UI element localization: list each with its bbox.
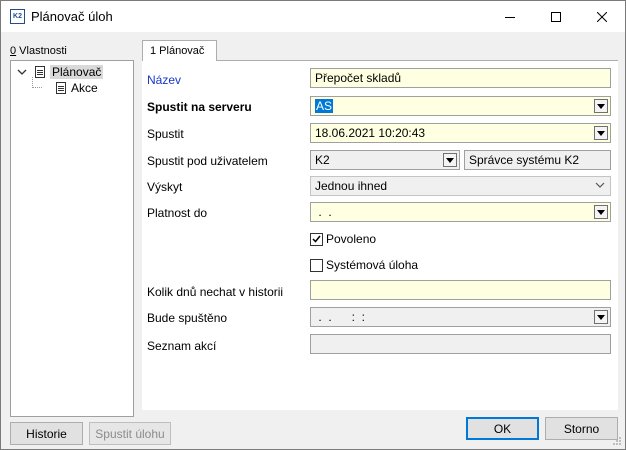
bude-spusteno-dropdown-button[interactable] [594, 310, 608, 324]
kolik-dnu-label: Kolik dnů nechat v historii [147, 285, 284, 299]
properties-tree[interactable]: Plánovač Akce [10, 60, 134, 417]
server-dropdown-button[interactable] [594, 99, 608, 113]
user-dropdown-button[interactable] [443, 153, 457, 167]
platnost-do-date[interactable]: . . [310, 202, 611, 222]
spustit-ulohu-button[interactable]: Spustit úlohu [89, 422, 171, 445]
spustit-label: Spustit [147, 127, 184, 141]
tree-item-label: Plánovač [50, 64, 104, 79]
bude-spusteno-label: Bude spuštěno [147, 311, 228, 325]
user-combo[interactable]: K2 [310, 150, 460, 170]
historie-button[interactable]: Historie [10, 422, 83, 445]
k2-app-icon: K2 [10, 9, 25, 24]
systemova-uloha-checkbox-row[interactable]: Systémová úloha [310, 258, 418, 272]
spustit-dropdown-button[interactable] [594, 126, 608, 140]
ok-button[interactable]: OK [466, 417, 539, 440]
nazev-field[interactable]: Přepočet skladů [310, 68, 611, 88]
maximize-icon [551, 11, 561, 22]
triangle-down-icon [597, 130, 605, 136]
tree-item-label: Akce [71, 80, 98, 95]
spustit-pod-uzivatelem-label: Spustit pod uživatelem [147, 154, 268, 168]
storno-button[interactable]: Storno [545, 417, 618, 440]
systemova-uloha-label: Systémová úloha [326, 258, 419, 272]
vyskyt-combo[interactable]: Jednou ihned [310, 176, 611, 196]
platnost-do-value: . . [315, 205, 332, 219]
seznam-akci-field [310, 334, 611, 354]
user-name-field: Správce systému K2 [464, 150, 611, 170]
vyskyt-value: Jednou ihned [315, 179, 388, 193]
minimize-button[interactable] [487, 1, 533, 32]
platnost-do-dropdown-button[interactable] [594, 205, 608, 219]
server-combo[interactable]: AS [310, 96, 611, 116]
server-value: AS [315, 99, 334, 113]
bude-spusteno-datetime[interactable]: . . : : [310, 307, 611, 327]
systemova-uloha-checkbox[interactable] [310, 258, 323, 272]
properties-label: 0 Vlastnosti [10, 45, 67, 57]
user-code-value: K2 [315, 153, 330, 167]
triangle-down-icon [597, 103, 605, 109]
checkmark-icon [312, 235, 321, 243]
chevron-down-icon[interactable] [595, 182, 605, 188]
document-icon [56, 81, 66, 94]
tree-connector [32, 87, 42, 88]
scheduler-window: K2 Plánovač úloh 0 Vlastnosti Plánovač A… [0, 0, 626, 450]
maximize-button[interactable] [533, 1, 579, 32]
tree-item-akce[interactable]: Akce [11, 80, 133, 95]
spustit-na-serveru-label: Spustit na serveru [147, 100, 252, 114]
tab-planovac[interactable]: 1 Plánovač [142, 40, 217, 61]
povoleno-checkbox[interactable] [310, 232, 323, 246]
povoleno-checkbox-row[interactable]: Povoleno [310, 232, 376, 246]
povoleno-label: Povoleno [326, 232, 377, 246]
triangle-down-icon [446, 157, 454, 163]
kolik-dnu-field[interactable] [310, 280, 611, 300]
close-icon [597, 11, 607, 22]
spustit-datetime[interactable]: 18.06.2021 10:20:43 [310, 123, 611, 143]
minimize-icon [505, 16, 515, 18]
close-button[interactable] [579, 1, 625, 32]
triangle-down-icon [597, 314, 605, 320]
platnost-do-label: Platnost do [147, 206, 208, 220]
vyskyt-label: Výskyt [147, 180, 183, 194]
document-icon [35, 65, 45, 78]
window-title: Plánovač úloh [31, 9, 113, 24]
spustit-value: 18.06.2021 10:20:43 [315, 126, 426, 140]
seznam-akci-label: Seznam akcí [147, 339, 217, 353]
title-bar[interactable]: K2 Plánovač úloh [1, 1, 625, 32]
bude-spusteno-value: . . : : [315, 310, 366, 324]
triangle-down-icon [597, 209, 605, 215]
nazev-label: Název [147, 73, 182, 87]
tree-item-planovac[interactable]: Plánovač [11, 64, 133, 79]
resize-grip-icon[interactable] [612, 436, 622, 446]
chevron-down-icon[interactable] [17, 68, 27, 76]
